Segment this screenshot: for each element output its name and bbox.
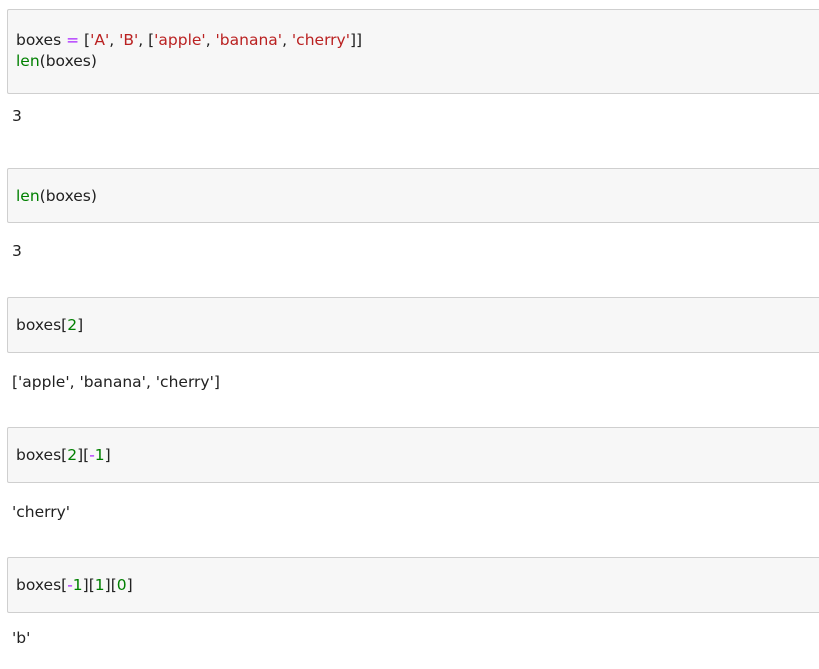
code-identifier: boxes[ [16,576,68,594]
code-line: boxes[2][-1] [16,445,811,466]
code-identifier: boxes[ [16,446,68,464]
code-line: boxes[2] [16,315,811,336]
code-identifier: (boxes) [39,187,97,205]
cell-output: 3 [12,107,22,125]
code-number: 1 [94,576,105,594]
code-cell-input[interactable]: boxes[2] [7,297,819,353]
code-identifier: boxes [16,31,67,49]
code-identifier: [ [79,31,91,49]
code-cell-input[interactable]: boxes[2][-1] [7,427,819,483]
code-identifier: boxes[ [16,316,68,334]
code-identifier: , [ [138,31,155,49]
notebook: boxes = ['A', 'B', ['apple', 'banana', '… [0,0,819,669]
code-line: boxes = ['A', 'B', ['apple', 'banana', '… [16,30,811,51]
code-operator: = [66,31,80,49]
code-identifier: , [282,31,292,49]
code-string: 'A' [90,31,110,49]
cell-output: 'cherry' [12,503,71,521]
code-line: boxes[-1][1][0] [16,575,811,596]
code-identifier: ]] [349,31,363,49]
code-cell-input[interactable]: boxes[-1][1][0] [7,557,819,613]
cell-output: 3 [12,242,22,260]
code-identifier: , [109,31,120,49]
code-identifier: ][ [77,446,90,464]
code-string: 'banana' [215,31,283,49]
code-identifier: ] [126,576,133,594]
code-number: 1 [72,576,83,594]
code-builtin: len [16,187,40,205]
code-identifier: ] [77,316,84,334]
code-line: len(boxes) [16,51,811,72]
code-identifier: ][ [82,576,95,594]
code-string: 'B' [119,31,139,49]
code-number: 2 [67,446,78,464]
code-number: 1 [94,446,105,464]
code-string: 'cherry' [291,31,350,49]
code-number: 0 [116,576,127,594]
code-string: 'apple' [154,31,206,49]
cell-output: 'b' [12,629,31,647]
code-identifier: ][ [104,576,117,594]
code-identifier: ] [104,446,111,464]
code-builtin: len [16,52,40,70]
code-identifier: (boxes) [39,52,97,70]
code-cell-input[interactable]: boxes = ['A', 'B', ['apple', 'banana', '… [7,9,819,94]
code-cell-input[interactable]: len(boxes) [7,168,819,223]
cell-output: ['apple', 'banana', 'cherry'] [12,373,220,391]
code-identifier: , [205,31,216,49]
code-number: 2 [67,316,78,334]
code-line: len(boxes) [16,186,811,207]
